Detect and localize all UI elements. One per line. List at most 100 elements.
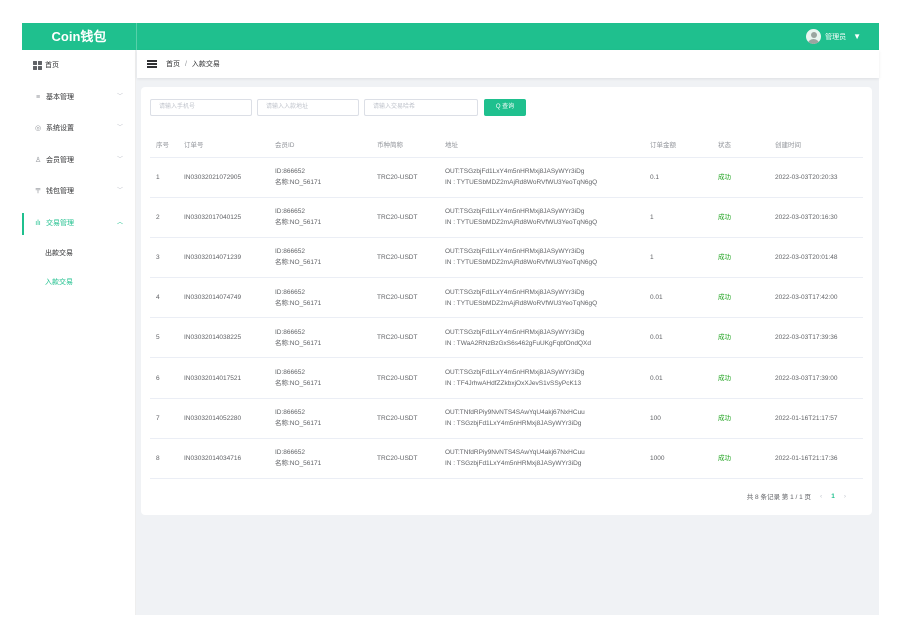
logo-divider xyxy=(136,23,137,50)
cell-member: ID:866652 名称:NO_56171 xyxy=(269,438,371,480)
app-frame: Coin钱包 管理员 ▼ 首页 ≡ 基本管理 ﹀ ◎ 系统设置 ﹀ ♙ 会员管理… xyxy=(22,23,879,615)
sidebar-item-label: 基本管理 xyxy=(46,93,74,101)
chevron-down-icon: ﹀ xyxy=(116,93,123,100)
sidebar-item-label: 交易管理 xyxy=(46,219,74,227)
member-name: 名称:NO_56171 xyxy=(275,460,322,468)
breadcrumb: 首页 / 入款交易 xyxy=(166,59,220,69)
menu-lines-icon: ≡ xyxy=(35,93,41,101)
cell-order: IN03032014074749 xyxy=(178,277,269,319)
cell-time: 2022-03-03T17:39:00 xyxy=(769,357,863,399)
out-address: OUT:TNfdRPiy9NvNTS4SAwYqU4akj67NxHCuu xyxy=(445,409,585,417)
cell-order: IN03032014034716 xyxy=(178,438,269,480)
in-address: IN : TYTUESbMDZ2mAjRd8WoRVfWU3YeoTqN6gQ xyxy=(445,259,598,267)
out-address: OUT:TSGzbjFd1LxY4m5nHRMxj8JASyWYr3iDg xyxy=(445,168,585,176)
search-button[interactable]: Q 查询 xyxy=(484,99,526,116)
member-id: ID:866652 xyxy=(275,208,305,216)
in-address: IN : TSGzbjFd1LxY4m5nHRMxj8JASyWYr3iDg xyxy=(445,420,582,428)
out-address: OUT:TSGzbjFd1LxY4m5nHRMxj8JASyWYr3iDg xyxy=(445,208,585,216)
cell-coin: TRC20-USDT xyxy=(371,277,439,319)
chevron-up-icon: ︿ xyxy=(116,219,123,226)
sidebar-subitem-deposits[interactable]: 入款交易 xyxy=(22,268,135,297)
member-id: ID:866652 xyxy=(275,168,305,176)
cell-time: 2022-03-03T17:42:00 xyxy=(769,277,863,319)
col-header-order: 订单号 xyxy=(178,131,269,158)
cell-order: IN03032014071239 xyxy=(178,237,269,279)
sidebar-item-home[interactable]: 首页 xyxy=(22,50,135,82)
cell-member: ID:866652 名称:NO_56171 xyxy=(269,398,371,439)
sidebar-item-basic-management[interactable]: ≡ 基本管理 ﹀ xyxy=(22,82,135,114)
chart-icon: ılı xyxy=(35,219,41,227)
username[interactable]: 管理员 xyxy=(825,32,846,42)
cell-amount: 0.01 xyxy=(644,317,712,359)
sidebar-subitem-withdrawals[interactable]: 出款交易 xyxy=(22,239,135,268)
sidebar-item-member-management[interactable]: ♙ 会员管理 ﹀ xyxy=(22,145,135,177)
tx-hash-input[interactable]: 请输入交易哈希 xyxy=(364,99,478,116)
member-id: ID:866652 xyxy=(275,449,305,457)
cell-coin: TRC20-USDT xyxy=(371,237,439,279)
member-id: ID:866652 xyxy=(275,248,305,256)
sidebar-item-label: 首页 xyxy=(45,62,59,69)
cell-address: OUT:TSGzbjFd1LxY4m5nHRMxj8JASyWYr3iDg IN … xyxy=(439,157,644,198)
cell-time: 2022-03-03T20:16:30 xyxy=(769,197,863,238)
cell-amount: 0.1 xyxy=(644,157,712,198)
cell-seq: 7 xyxy=(150,398,178,439)
cell-member: ID:866652 名称:NO_56171 xyxy=(269,157,371,198)
cell-coin: TRC20-USDT xyxy=(371,317,439,359)
sidebar-item-system-settings[interactable]: ◎ 系统设置 ﹀ xyxy=(22,113,135,145)
user-menu[interactable]: 管理员 ▼ xyxy=(806,28,861,45)
member-name: 名称:NO_56171 xyxy=(275,219,322,227)
app-logo: Coin钱包 xyxy=(51,29,107,44)
out-address: OUT:TSGzbjFd1LxY4m5nHRMxj8JASyWYr3iDg xyxy=(445,328,585,336)
cell-seq: 5 xyxy=(150,317,178,359)
cell-coin: TRC20-USDT xyxy=(371,398,439,439)
member-name: 名称:NO_56171 xyxy=(275,259,322,267)
page-number-1[interactable]: 1 xyxy=(831,493,835,500)
sidebar-item-label: 系统设置 xyxy=(46,125,74,132)
next-page-icon[interactable]: › xyxy=(844,493,846,500)
table-row: 7 IN03032014052280 ID:866652 名称:NO_56171 … xyxy=(150,398,863,439)
cell-address: OUT:TSGzbjFd1LxY4m5nHRMxj8JASyWYr3iDg IN … xyxy=(439,357,644,399)
cell-amount: 100 xyxy=(644,398,712,439)
hamburger-icon[interactable] xyxy=(147,60,157,68)
breadcrumb-home[interactable]: 首页 xyxy=(166,61,180,68)
sidebar-item-transaction-management[interactable]: ılı 交易管理 ︿ xyxy=(22,208,135,240)
cell-status: 成功 xyxy=(712,317,769,359)
cell-coin: TRC20-USDT xyxy=(371,438,439,480)
cell-seq: 6 xyxy=(150,357,178,399)
member-name: 名称:NO_56171 xyxy=(275,299,322,307)
in-address: IN : TF4JrhwAHdfZZkbxjOxXJevS1vSSyPcK13 xyxy=(445,380,582,388)
sidebar-item-wallet-management[interactable]: 〒 钱包管理 ﹀ xyxy=(22,176,135,208)
col-header-coin: 币种简称 xyxy=(371,131,439,158)
table-row: 6 IN03032014017521 ID:866652 名称:NO_56171 … xyxy=(150,357,863,399)
phone-input[interactable]: 请输入手机号 xyxy=(150,99,252,116)
in-address: IN : TWaA2RNzBzGxS6s462gFuUKgFqbfOndQXd xyxy=(445,339,591,347)
cell-seq: 3 xyxy=(150,237,178,279)
member-name: 名称:NO_56171 xyxy=(275,339,322,347)
member-name: 名称:NO_56171 xyxy=(275,420,322,428)
cell-status: 成功 xyxy=(712,438,769,480)
cell-amount: 1000 xyxy=(644,438,712,480)
avatar[interactable] xyxy=(806,29,822,44)
cell-address: OUT:TSGzbjFd1LxY4m5nHRMxj8JASyWYr3iDg IN … xyxy=(439,237,644,279)
cell-seq: 8 xyxy=(150,438,178,480)
cell-coin: TRC20-USDT xyxy=(371,197,439,238)
out-address: OUT:TSGzbjFd1LxY4m5nHRMxj8JASyWYr3iDg xyxy=(445,288,585,296)
cell-order: IN03032017040125 xyxy=(178,197,269,238)
cell-time: 2022-01-16T21:17:36 xyxy=(769,438,863,480)
filter-bar: 请输入手机号 请输入入款地址 请输入交易哈希 Q 查询 xyxy=(150,99,526,116)
cell-seq: 1 xyxy=(150,157,178,198)
cell-address: OUT:TSGzbjFd1LxY4m5nHRMxj8JASyWYr3iDg IN … xyxy=(439,317,644,359)
cell-order: IN03032014017521 xyxy=(178,357,269,399)
caret-down-icon[interactable]: ▼ xyxy=(853,32,861,41)
out-address: OUT:TNfdRPiy9NvNTS4SAwYqU4akj67NxHCuu xyxy=(445,449,585,457)
pagination-summary: 共 8 条记录 第 1 / 1 页 xyxy=(746,494,812,501)
cell-amount: 1 xyxy=(644,197,712,238)
cell-member: ID:866652 名称:NO_56171 xyxy=(269,317,371,359)
gear-icon: ◎ xyxy=(34,125,42,132)
cell-member: ID:866652 名称:NO_56171 xyxy=(269,277,371,319)
deposit-address-input[interactable]: 请输入入款地址 xyxy=(257,99,359,116)
cell-address: OUT:TNfdRPiy9NvNTS4SAwYqU4akj67NxHCuu IN … xyxy=(439,398,644,439)
dashboard-icon xyxy=(33,61,42,71)
prev-page-icon[interactable]: ‹ xyxy=(820,493,822,500)
table-row: 3 IN03032014071239 ID:866652 名称:NO_56171 … xyxy=(150,237,863,279)
